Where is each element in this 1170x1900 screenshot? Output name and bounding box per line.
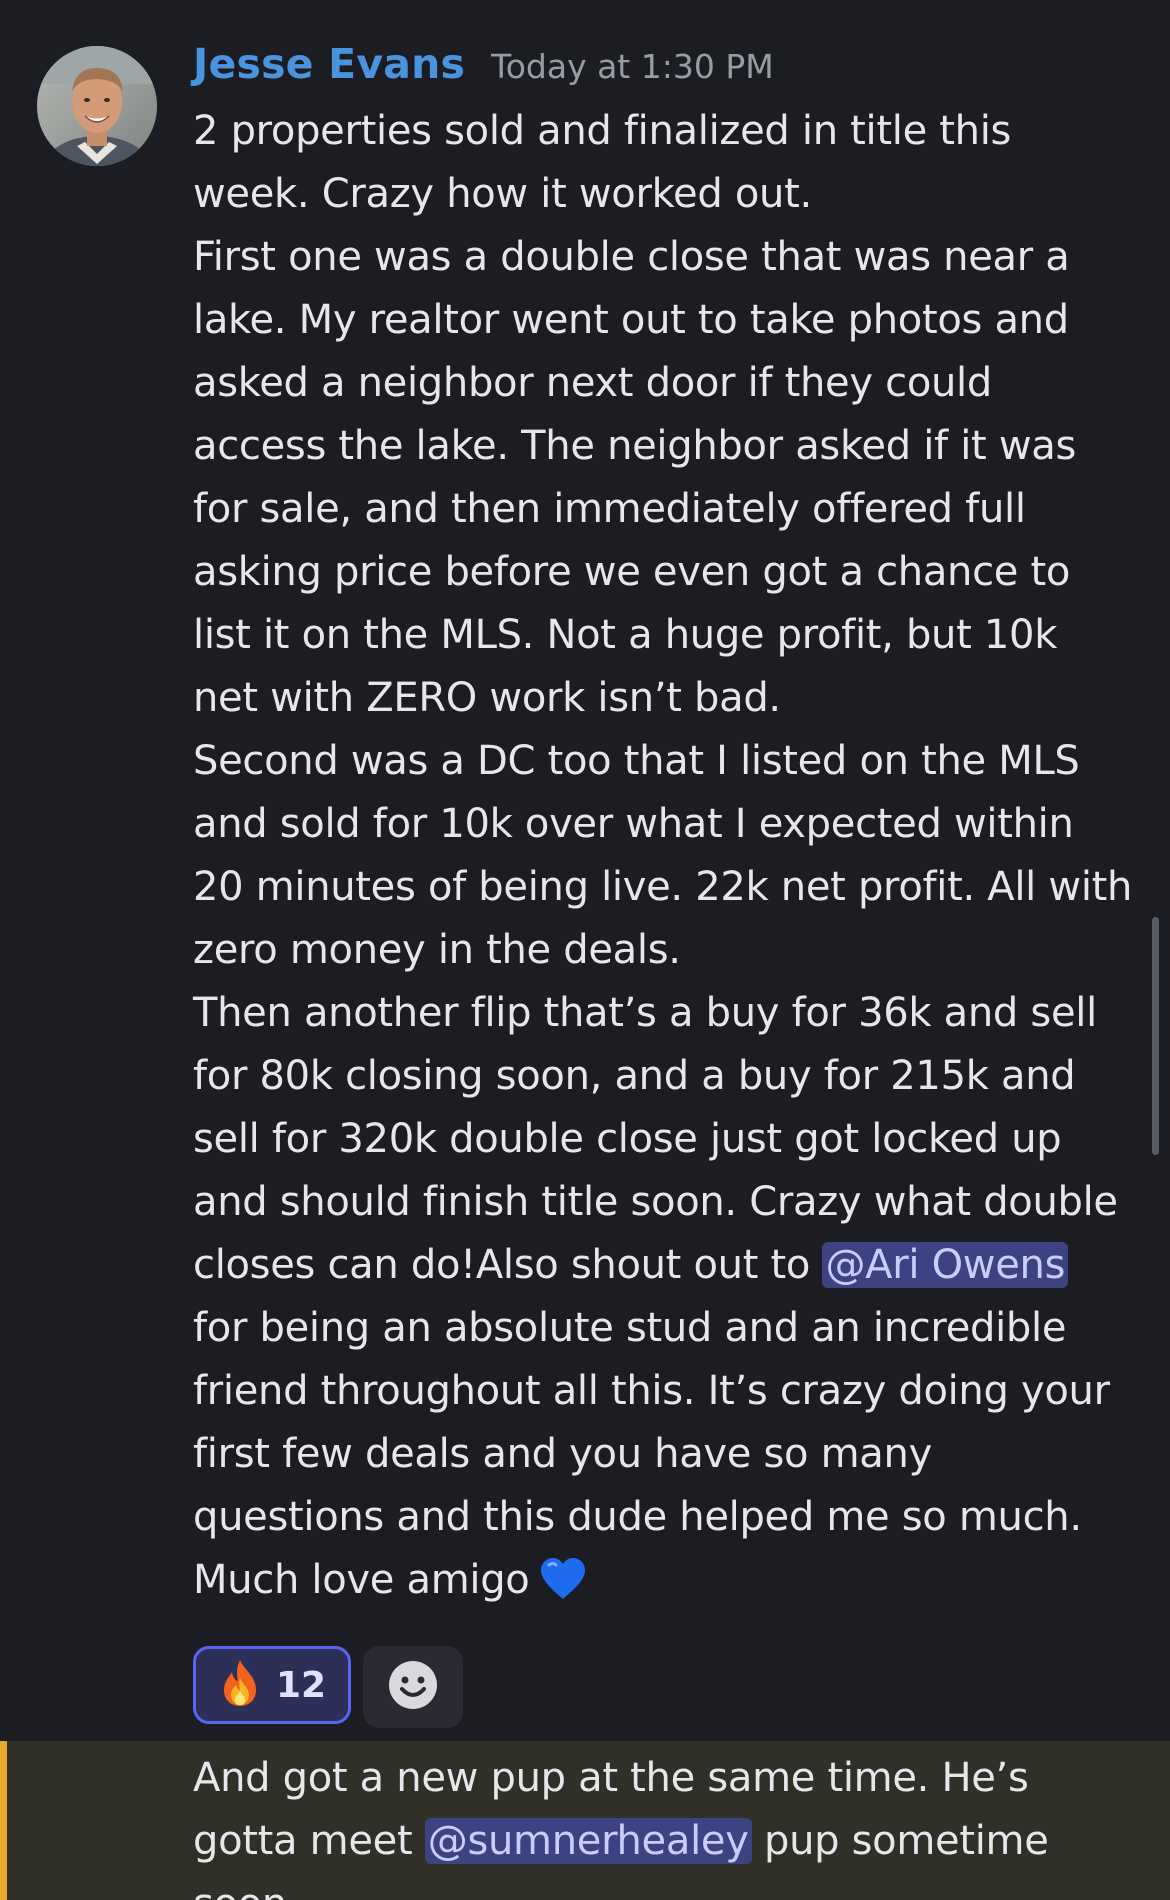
- author-avatar[interactable]: [37, 46, 157, 166]
- scrollbar-thumb[interactable]: [1152, 917, 1159, 1155]
- blue-heart-icon: [539, 1557, 587, 1620]
- message-paragraph: Then another flip that’s a buy for 36k a…: [193, 982, 1133, 1620]
- smiley-icon: [387, 1659, 439, 1715]
- user-mention[interactable]: @Ari Owens: [822, 1242, 1069, 1288]
- reactions-bar: 12: [193, 1646, 463, 1728]
- message-paragraph: 2 properties sold and finalized in title…: [193, 108, 1024, 217]
- message-paragraph: First one was a double close that was ne…: [193, 234, 1089, 721]
- message-timestamp: Today at 1:30 PM: [491, 47, 774, 86]
- message-paragraph: Second was a DC too that I listed on the…: [193, 738, 1145, 973]
- add-reaction-button[interactable]: [363, 1646, 463, 1728]
- followup-message: And got a new pup at the same time. He’s…: [193, 1747, 1133, 1900]
- message-body: 2 properties sold and finalized in title…: [193, 100, 1133, 1620]
- author-name[interactable]: Jesse Evans: [193, 40, 465, 88]
- message-header: Jesse Evans Today at 1:30 PM: [193, 40, 774, 100]
- reaction-fire[interactable]: 12: [193, 1646, 351, 1724]
- fire-icon: [218, 1658, 262, 1712]
- message-text: for being an absolute stud and an incred…: [193, 1242, 1123, 1603]
- reaction-count: 12: [275, 1664, 327, 1706]
- highlight-indicator: [0, 1741, 7, 1900]
- user-mention[interactable]: @sumnerhealey: [424, 1818, 752, 1864]
